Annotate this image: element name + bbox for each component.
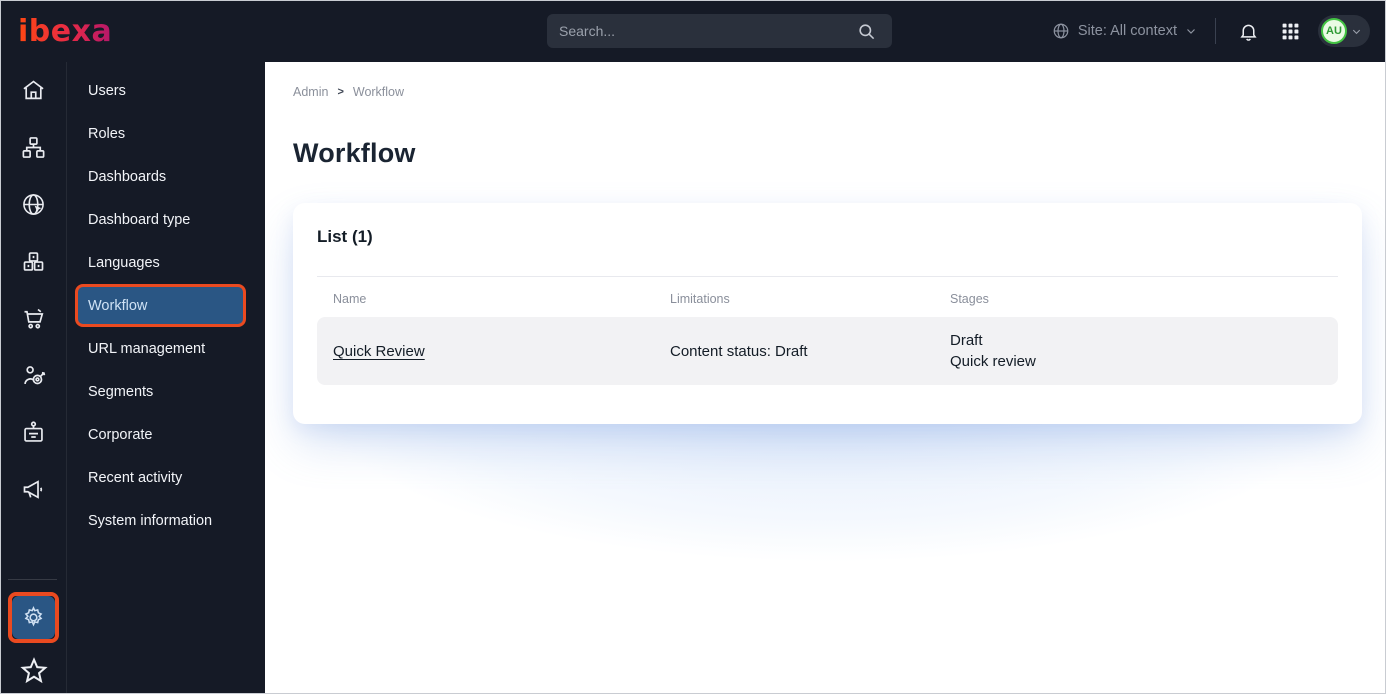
user-chevron-down-icon: [1351, 26, 1362, 37]
sidebar-item-content[interactable]: [0, 119, 66, 176]
stage-item: Quick review: [950, 353, 1036, 370]
rail-bottom: [0, 586, 67, 687]
star-icon: [18, 655, 50, 687]
workflow-list-card: List (1) Name Limitations Stages Quick R…: [293, 203, 1362, 424]
settings-highlight-box: [8, 592, 59, 643]
site-globe-cursor-icon: [20, 191, 47, 218]
apps-grid-icon[interactable]: [1276, 17, 1304, 45]
admin-submenu: Users Roles Dashboards Dashboard type La…: [67, 62, 265, 694]
workflow-name-link[interactable]: Quick Review: [333, 343, 425, 360]
sidebar-item-languages[interactable]: Languages: [67, 241, 265, 284]
workflow-limitations: Content status: Draft: [670, 342, 808, 360]
breadcrumb-admin[interactable]: Admin: [293, 85, 328, 99]
sidebar-item-product-catalog[interactable]: [0, 233, 66, 290]
notifications-bell-icon[interactable]: [1234, 17, 1262, 45]
sidebar-item-dashboard[interactable]: [0, 62, 66, 119]
sidebar-item-recent-activity[interactable]: Recent activity: [67, 456, 265, 499]
globe-icon: [1052, 22, 1070, 40]
sidebar-item-url-management[interactable]: URL management: [67, 327, 265, 370]
site-context-label: Site: All context: [1077, 23, 1177, 39]
user-menu[interactable]: AU: [1318, 15, 1370, 47]
sidebar-item-corporate[interactable]: [0, 404, 66, 461]
sidebar-item-workflow[interactable]: Workflow: [75, 284, 246, 327]
person-target-icon: [20, 362, 47, 389]
sidebar-item-dashboards[interactable]: Dashboards: [67, 155, 265, 198]
breadcrumb-workflow: Workflow: [352, 85, 405, 99]
workflow-stages: Draft Quick review: [950, 330, 1322, 372]
sidebar-item-corporate[interactable]: Corporate: [67, 413, 265, 456]
megaphone-icon: [20, 476, 47, 503]
main-content: Admin > Workflow Workflow List (1) Name …: [265, 62, 1386, 694]
avatar[interactable]: AU: [1321, 18, 1347, 44]
topbar: ibexa Site: All context: [0, 0, 1386, 62]
page-title: Workflow: [293, 138, 416, 168]
admin-settings-button[interactable]: [12, 596, 55, 639]
gear-icon: [21, 605, 46, 630]
sidebar-item-personalization[interactable]: [0, 347, 66, 404]
ibexa-logo[interactable]: ibexa: [18, 14, 112, 49]
sidebar-icon-rail: [0, 62, 67, 694]
sidebar-item-segments[interactable]: Segments: [67, 370, 265, 413]
favorites-button[interactable]: [0, 655, 67, 687]
column-header-limitations: Limitations: [670, 292, 730, 306]
home-icon: [20, 77, 47, 104]
sidebar-item-dashboard-type[interactable]: Dashboard type: [67, 198, 265, 241]
sidebar-item-users[interactable]: Users: [67, 69, 265, 112]
search-icon[interactable]: [852, 17, 880, 45]
content-tree-icon: [20, 134, 47, 161]
table-header-row: Name Limitations Stages: [317, 277, 1338, 317]
chevron-down-icon: [1185, 25, 1197, 37]
topbar-right: Site: All context AU: [1052, 0, 1370, 62]
breadcrumb: Admin > Workflow: [293, 85, 404, 99]
sidebar-item-site[interactable]: [0, 176, 66, 233]
search-input[interactable]: [559, 23, 852, 39]
topbar-divider: [1215, 18, 1216, 44]
sidebar-item-marketing[interactable]: [0, 461, 66, 518]
column-header-name: Name: [333, 292, 367, 306]
table-row[interactable]: Quick Review Content status: Draft Draft…: [317, 317, 1338, 385]
sidebar-item-commerce[interactable]: [0, 290, 66, 347]
shopping-cart-icon: [20, 305, 47, 332]
sidebar-item-roles[interactable]: Roles: [67, 112, 265, 155]
column-header-stages: Stages: [950, 292, 989, 306]
site-context-dropdown[interactable]: Site: All context: [1052, 22, 1197, 40]
product-blocks-icon: [20, 248, 47, 275]
sidebar-item-system-information[interactable]: System information: [67, 499, 265, 542]
id-badge-icon: [20, 419, 47, 446]
breadcrumb-separator: >: [337, 86, 344, 98]
list-card-title: List (1): [317, 227, 373, 246]
rail-divider: [8, 579, 57, 580]
global-search[interactable]: [547, 14, 892, 48]
stage-item: Draft: [950, 332, 983, 349]
